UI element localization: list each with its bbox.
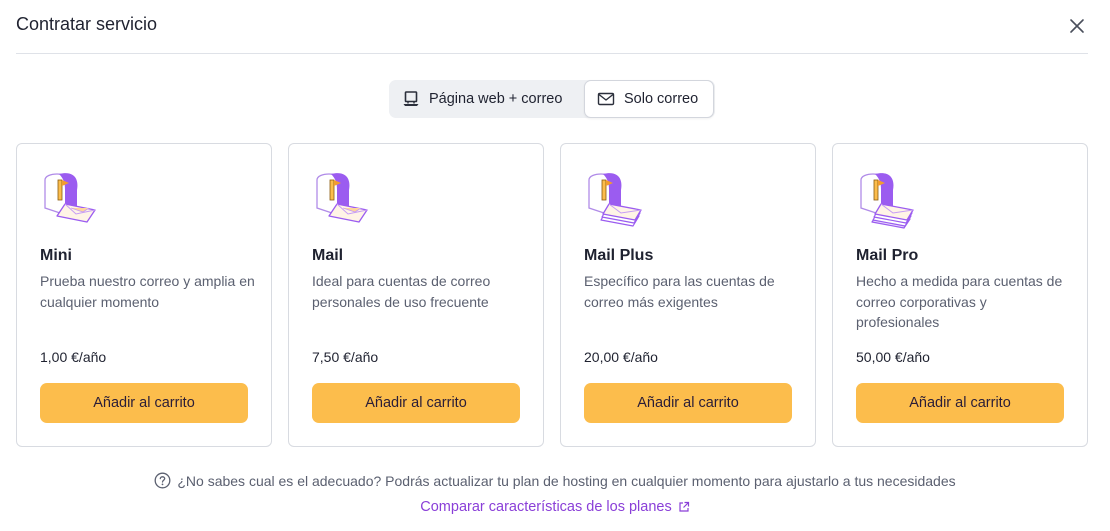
dialog-header: Contratar servicio — [16, 0, 1088, 54]
plan-name: Mini — [40, 247, 72, 264]
plan-name: Mail Plus — [584, 247, 654, 264]
tab-mail-only-label: Solo correo — [624, 91, 699, 107]
plan-card-mini: Mini Prueba nuestro correo y amplia en c… — [16, 143, 272, 447]
compare-plans-label: Comparar características de los planes — [420, 499, 672, 515]
plan-card-mail-plus: Mail Plus Específico para las cuentas de… — [560, 143, 816, 447]
computer-icon — [403, 91, 419, 106]
question-circle-icon — [154, 472, 171, 489]
add-to-cart-button[interactable]: Añadir al carrito — [312, 383, 520, 423]
plan-price: 50,00 €/año — [856, 349, 930, 365]
dialog-title: Contratar servicio — [16, 14, 158, 34]
plan-card-mail: Mail Ideal para cuentas de correo person… — [288, 143, 544, 447]
plan-price: 20,00 €/año — [584, 349, 658, 365]
plan-description: Hecho a medida para cuentas de correo co… — [856, 273, 1063, 330]
help-text: ¿No sabes cual es el adecuado? Podrás ac… — [177, 472, 956, 489]
mailbox-icon — [316, 173, 368, 223]
add-to-cart-button[interactable]: Añadir al carrito — [40, 383, 248, 423]
compare-plans-link[interactable]: Comparar características de los planes — [0, 499, 1110, 515]
tab-mail-only[interactable]: Solo correo — [584, 80, 714, 118]
external-link-icon — [679, 501, 689, 512]
envelope-icon — [597, 92, 615, 106]
mailbox-stack-icon — [588, 173, 642, 227]
help-note: ¿No sabes cual es el adecuado? Podrás ac… — [0, 472, 1110, 489]
plan-price: 7,50 €/año — [312, 349, 379, 365]
add-to-cart-button[interactable]: Añadir al carrito — [584, 383, 792, 423]
mailbox-stack-icon — [860, 173, 914, 229]
tab-web-and-mail[interactable]: Página web + correo — [389, 80, 584, 118]
close-icon[interactable] — [1066, 15, 1088, 37]
plan-name: Mail Pro — [856, 247, 919, 264]
tab-web-and-mail-label: Página web + correo — [429, 91, 563, 107]
mailbox-icon — [44, 173, 96, 223]
plan-description: Prueba nuestro correo y amplia en cualqu… — [40, 273, 255, 310]
service-type-switch: Página web + correo Solo correo — [389, 80, 715, 118]
plan-description: Ideal para cuentas de correo personales … — [312, 273, 491, 310]
plan-description: Específico para las cuentas de correo má… — [584, 273, 775, 310]
plan-card-mail-pro: Mail Pro Hecho a medida para cuentas de … — [832, 143, 1088, 447]
plan-price: 1,00 €/año — [40, 349, 107, 365]
plan-name: Mail — [312, 247, 344, 264]
add-to-cart-button[interactable]: Añadir al carrito — [856, 383, 1064, 423]
